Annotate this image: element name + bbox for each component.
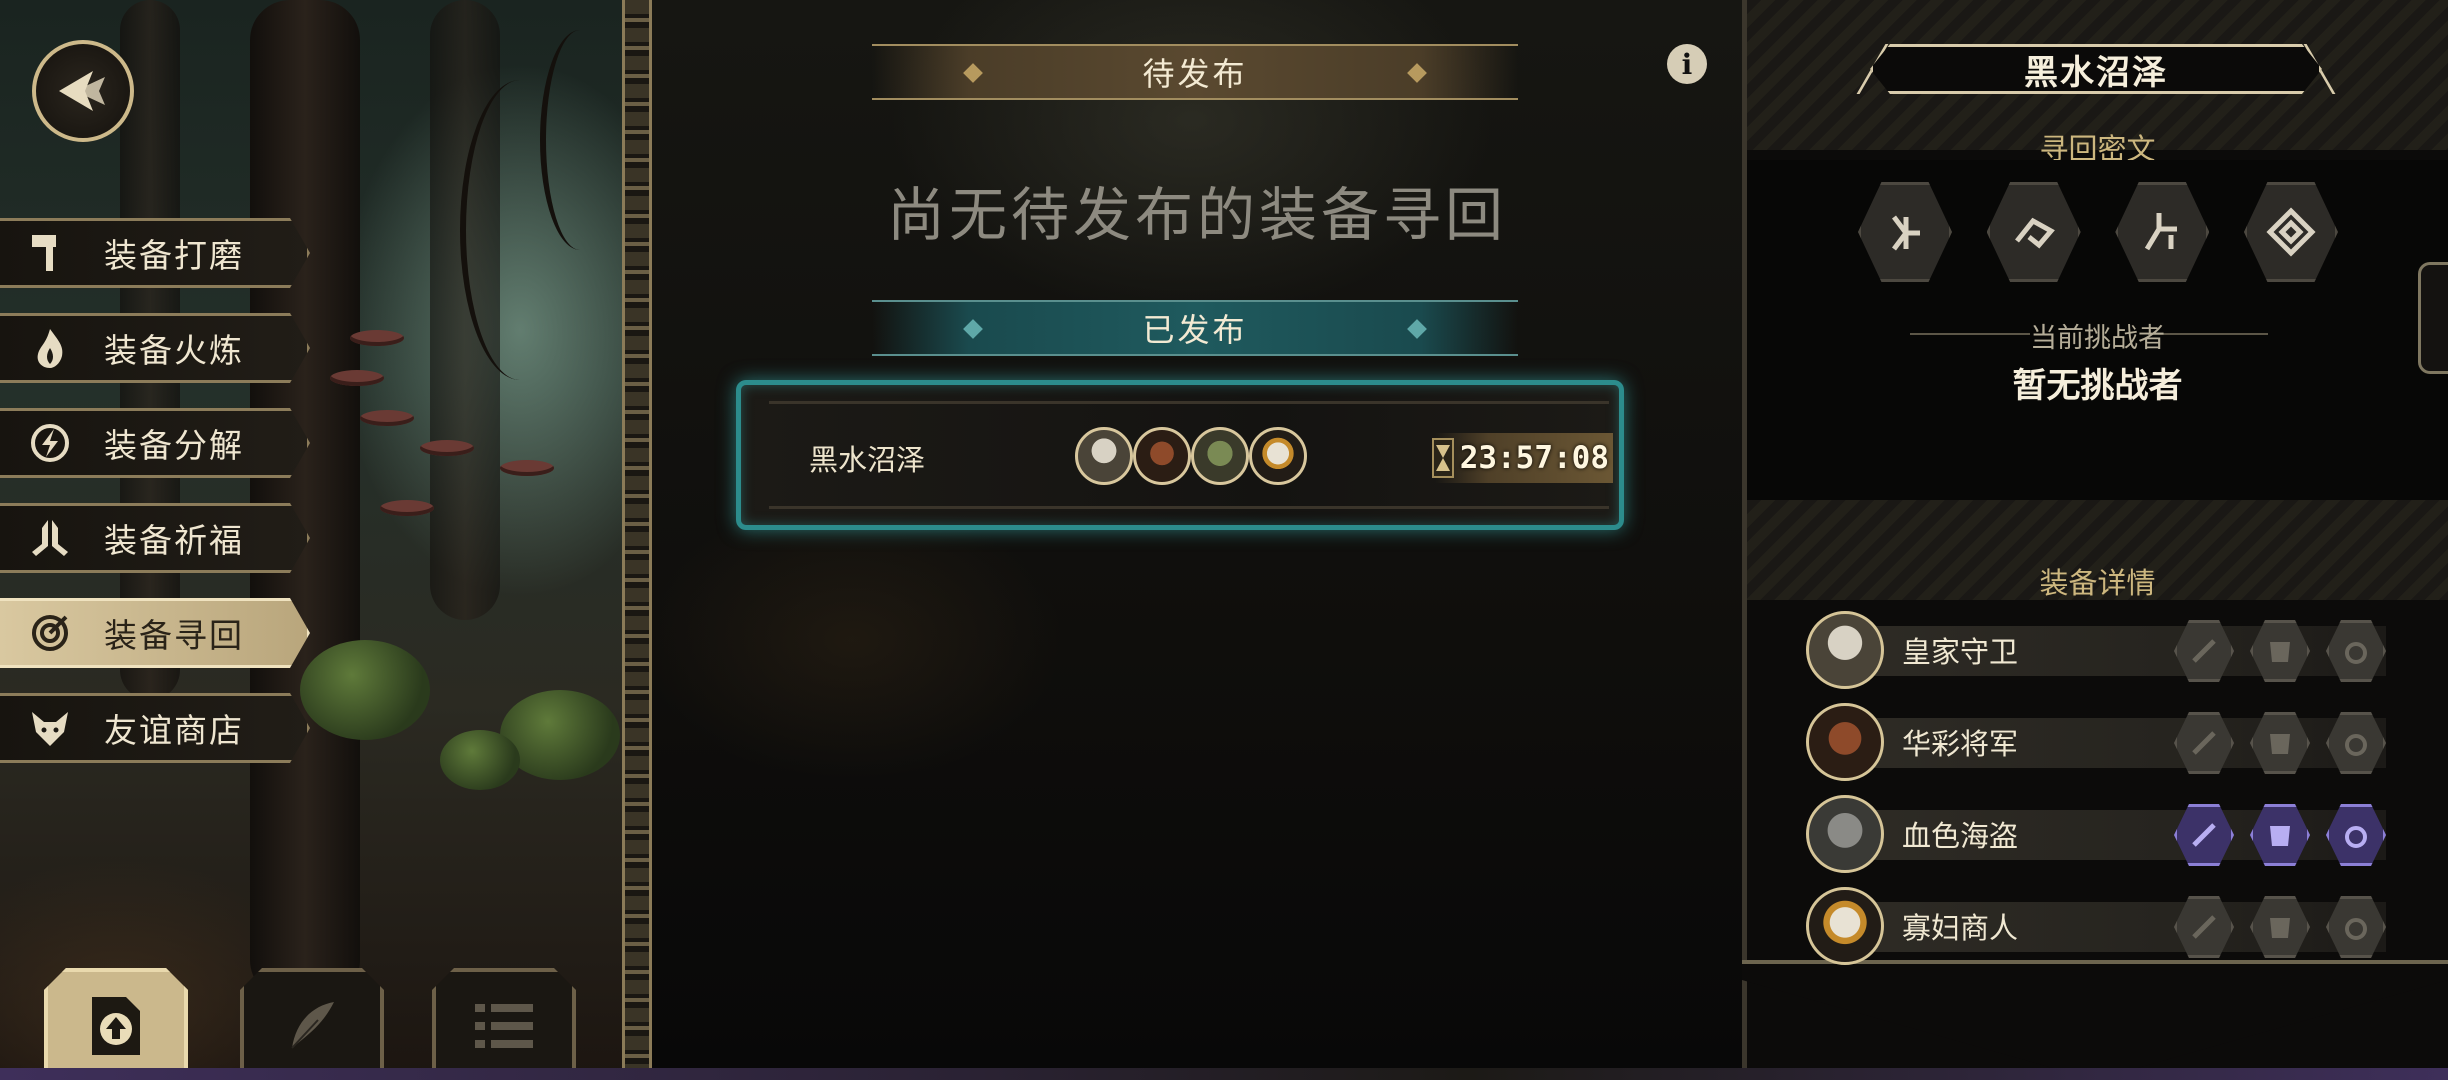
tab-list[interactable]	[432, 968, 576, 1080]
menu-item-shop[interactable]: 友谊商店	[0, 693, 310, 763]
menu-label: 友谊商店	[104, 711, 244, 750]
character-name: 血色海盗	[1902, 819, 2019, 853]
feather-icon	[291, 1002, 334, 1049]
tab-publish[interactable]	[44, 968, 188, 1080]
menu-item-blessing[interactable]: 装备祈福	[0, 503, 310, 573]
menu-label: 装备打磨	[104, 236, 244, 275]
avatar-pirate	[1806, 795, 1884, 873]
menu-label: 装备火炼	[104, 331, 244, 370]
hammer-icon	[22, 225, 78, 281]
tab-quill[interactable]	[240, 968, 384, 1080]
equipment-row[interactable]: 血色海盗	[1806, 788, 2386, 880]
bottom-border	[0, 1068, 2448, 1080]
avatar-royal-guard	[1806, 611, 1884, 689]
gear-slots	[2158, 712, 2386, 774]
gear-slots	[2158, 804, 2386, 866]
armor-icon[interactable]	[2250, 804, 2310, 866]
side-menu: 装备打磨 装备火炼 装备分解 装备祈福 装备寻回 友谊商店	[0, 218, 312, 788]
ring-icon[interactable]	[2326, 896, 2386, 958]
rope-divider	[622, 0, 652, 1080]
publish-upload-icon	[92, 997, 140, 1055]
menu-item-forge[interactable]: 装备火炼	[0, 313, 310, 383]
fox-icon	[22, 700, 78, 756]
character-name: 寡妇商人	[1902, 911, 2019, 945]
menu-item-retrieve[interactable]: 装备寻回	[0, 598, 310, 668]
published-quest-card[interactable]: 黑水沼泽 23:57:08	[736, 380, 1624, 530]
ring-icon[interactable]	[2326, 620, 2386, 682]
ring-icon[interactable]	[2326, 804, 2386, 866]
pending-header-label: 待发布	[1142, 55, 1248, 93]
diamond-ornament-icon	[963, 63, 983, 83]
back-button[interactable]	[32, 40, 134, 142]
avatar-widow-merchant	[1806, 887, 1884, 965]
armor-icon[interactable]	[2250, 896, 2310, 958]
gear-slots	[2158, 620, 2386, 682]
rune-3-icon[interactable]	[2115, 182, 2210, 282]
info-button[interactable]: i	[1667, 44, 1707, 84]
prayer-hands-icon	[22, 510, 78, 566]
back-arrow-icon	[59, 71, 105, 111]
timer-text: 23:57:08	[1459, 440, 1609, 476]
disassemble-icon	[22, 415, 78, 471]
sword-icon[interactable]	[2174, 804, 2234, 866]
rune-4-icon[interactable]	[2243, 182, 2338, 282]
hourglass-icon	[1431, 438, 1454, 478]
flame-icon	[22, 320, 78, 376]
menu-item-polish[interactable]: 装备打磨	[0, 218, 310, 288]
list-icon	[475, 1004, 533, 1048]
avatar-widow-merchant	[1249, 427, 1307, 485]
gear-slots	[2158, 896, 2386, 958]
sword-icon[interactable]	[2174, 620, 2234, 682]
avatar-general	[1806, 703, 1884, 781]
equipment-row[interactable]: 皇家守卫	[1806, 604, 2386, 696]
quest-name: 黑水沼泽	[809, 443, 926, 477]
panel-side-tab[interactable]	[2418, 262, 2448, 374]
character-name: 皇家守卫	[1902, 635, 2019, 669]
equipment-header: 装备详情	[2039, 566, 2156, 600]
avatar-general	[1133, 427, 1191, 485]
center-background	[652, 0, 1742, 1080]
ring-icon[interactable]	[2326, 712, 2386, 774]
diamond-ornament-icon	[963, 319, 983, 339]
rune-2-icon[interactable]	[1986, 182, 2081, 282]
character-name: 华彩将军	[1902, 727, 2019, 761]
equipment-row[interactable]: 寡妇商人	[1806, 880, 2386, 972]
published-header-label: 已发布	[1142, 311, 1248, 349]
info-icon: i	[1681, 47, 1693, 81]
menu-label: 装备分解	[104, 426, 244, 465]
equipment-list: 皇家守卫 华彩将军 血色海盗 寡妇商人	[1806, 604, 2386, 972]
menu-item-disassemble[interactable]: 装备分解	[0, 408, 310, 478]
avatar-pirate	[1191, 427, 1249, 485]
challenger-value: 暂无挑战者	[2012, 366, 2183, 406]
diamond-ornament-icon	[1407, 63, 1427, 83]
sword-icon[interactable]	[2174, 712, 2234, 774]
rune-1-icon[interactable]	[1858, 182, 1952, 282]
rune-row	[1858, 182, 2338, 282]
quest-timer: 23:57:08	[1431, 433, 1613, 483]
sword-icon[interactable]	[2174, 896, 2234, 958]
armor-icon[interactable]	[2250, 712, 2310, 774]
bottom-tab-bar	[0, 950, 640, 1080]
published-header: 已发布	[872, 300, 1518, 356]
equipment-row[interactable]: 华彩将军	[1806, 696, 2386, 788]
armor-icon[interactable]	[2250, 620, 2310, 682]
menu-label: 装备祈福	[104, 521, 244, 560]
pending-header: 待发布	[872, 44, 1518, 100]
menu-label: 装备寻回	[104, 616, 244, 655]
diamond-ornament-icon	[1407, 319, 1427, 339]
target-icon	[22, 605, 78, 661]
quest-party-avatars	[1075, 427, 1307, 485]
challenger-label: 当前挑战者	[2030, 323, 2165, 354]
avatar-royal-guard	[1075, 427, 1133, 485]
panel-title: 黑水沼泽	[1870, 44, 2322, 94]
empty-pending-message: 尚无待发布的装备寻回	[886, 181, 1507, 249]
